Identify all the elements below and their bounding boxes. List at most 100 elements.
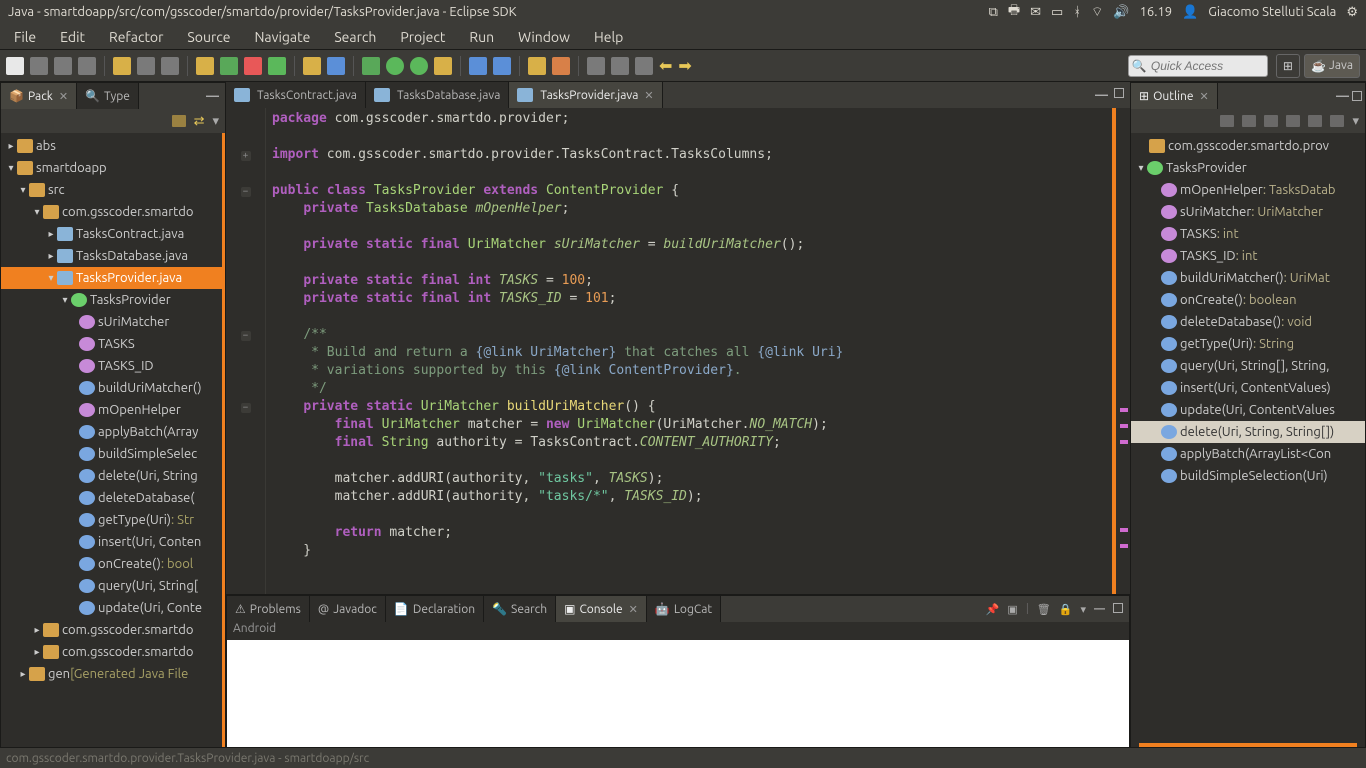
- package-tree[interactable]: ▸abs ▾smartdoapp ▾src ▾com.gsscoder.smar…: [1, 133, 225, 747]
- tab-type-hierarchy[interactable]: 🔍 Type: [77, 83, 139, 109]
- overview-mark[interactable]: [1120, 544, 1128, 548]
- tree-method[interactable]: onCreate(): bool: [1, 553, 222, 575]
- bluetooth-icon[interactable]: ᚼ: [1073, 5, 1081, 19]
- android-sdk-button[interactable]: [196, 57, 214, 75]
- close-icon[interactable]: ✕: [1199, 90, 1208, 103]
- new-project-button[interactable]: [303, 57, 321, 75]
- close-icon[interactable]: ✕: [59, 90, 68, 103]
- pin-console-icon[interactable]: 📌: [986, 603, 1000, 616]
- outline-method[interactable]: query(Uri, String[], String,: [1131, 355, 1365, 377]
- hide-fields-icon[interactable]: [1242, 115, 1256, 127]
- outline-field[interactable]: TASKS : int: [1131, 223, 1365, 245]
- editor-gutter[interactable]: + − − −: [226, 108, 266, 594]
- lint-button[interactable]: [244, 57, 262, 75]
- scroll-lock-icon[interactable]: 🔒: [1059, 603, 1073, 616]
- minimize-icon[interactable]: —: [206, 89, 219, 103]
- outline-field[interactable]: sUriMatcher : UriMatcher: [1131, 201, 1365, 223]
- menu-refactor[interactable]: Refactor: [99, 27, 173, 47]
- close-icon[interactable]: ✕: [644, 89, 653, 102]
- view-menu-icon[interactable]: ▾: [1352, 114, 1359, 129]
- run-last-button[interactable]: [410, 57, 428, 75]
- editor-area[interactable]: + − − − package com.gsscoder.smartdo.pro…: [226, 108, 1130, 594]
- check-button[interactable]: [268, 57, 286, 75]
- gear-icon[interactable]: ⚙: [1346, 5, 1358, 20]
- new-xml-button[interactable]: [327, 57, 345, 75]
- fold-icon[interactable]: +: [241, 151, 251, 161]
- menu-edit[interactable]: Edit: [50, 27, 95, 47]
- tree-method[interactable]: getType(Uri): Str: [1, 509, 222, 531]
- tree-src-folder[interactable]: ▾src: [1, 179, 222, 201]
- collapse-all-icon[interactable]: [172, 115, 186, 127]
- editor-tab-provider[interactable]: TasksProvider.java ✕: [509, 82, 662, 108]
- overview-mark[interactable]: [1120, 424, 1128, 428]
- link-editor-icon[interactable]: ⇄: [194, 114, 205, 129]
- minimize-icon[interactable]: —: [1336, 89, 1349, 103]
- maximize-icon[interactable]: [1113, 603, 1123, 613]
- volume-icon[interactable]: 🔊: [1113, 5, 1129, 20]
- menu-run[interactable]: Run: [459, 27, 504, 47]
- annotation-button[interactable]: [587, 57, 605, 75]
- tab-console[interactable]: ▣ Console ✕: [556, 596, 647, 622]
- hide-local-icon[interactable]: [1308, 115, 1322, 127]
- overview-mark[interactable]: [1120, 408, 1128, 412]
- tab-declaration[interactable]: 📄 Declaration: [386, 596, 484, 622]
- outline-class[interactable]: ▾TasksProvider: [1131, 157, 1365, 179]
- debug-button[interactable]: [362, 57, 380, 75]
- outline-package[interactable]: com.gsscoder.smartdo.prov: [1131, 135, 1365, 157]
- new-button[interactable]: [6, 57, 24, 75]
- hide-static-icon[interactable]: [1264, 115, 1278, 127]
- save-all-button[interactable]: [54, 57, 72, 75]
- last-edit-button[interactable]: [635, 57, 653, 75]
- outline-method-selected[interactable]: delete(Uri, String, String[]): [1131, 421, 1365, 443]
- battery-icon[interactable]: ▭: [1051, 5, 1063, 20]
- hide-nonpublic-icon[interactable]: [1286, 115, 1300, 127]
- tab-outline[interactable]: ⊞ Outline ✕: [1131, 83, 1218, 109]
- tree-method[interactable]: insert(Uri, Conten: [1, 531, 222, 553]
- open-console-icon[interactable]: ▾: [1080, 603, 1086, 616]
- wifi-icon[interactable]: ⌔: [1091, 4, 1103, 20]
- tree-method[interactable]: update(Uri, Conte: [1, 597, 222, 619]
- outline-tree[interactable]: com.gsscoder.smartdo.prov ▾TasksProvider…: [1131, 133, 1365, 741]
- open-perspective-button[interactable]: ⊞: [1276, 54, 1300, 78]
- console-output[interactable]: [227, 640, 1129, 747]
- run-button[interactable]: [386, 57, 404, 75]
- new-package-button[interactable]: [493, 57, 511, 75]
- external-tools-button[interactable]: [434, 57, 452, 75]
- maximize-icon[interactable]: [1352, 91, 1362, 101]
- java-perspective[interactable]: ☕Java: [1304, 54, 1360, 78]
- tree-method[interactable]: buildSimpleSelec: [1, 443, 222, 465]
- tree-file-contract[interactable]: ▸TasksContract.java: [1, 223, 222, 245]
- tree-field[interactable]: sUriMatcher: [1, 311, 222, 333]
- tree-file-provider[interactable]: ▾TasksProvider.java: [1, 267, 222, 289]
- menu-navigate[interactable]: Navigate: [244, 27, 320, 47]
- tab-javadoc[interactable]: @ Javadoc: [310, 596, 386, 622]
- tree-field[interactable]: TASKS: [1, 333, 222, 355]
- clear-console-icon[interactable]: 🗑: [1037, 603, 1051, 616]
- tree-method[interactable]: delete(Uri, String: [1, 465, 222, 487]
- outline-method[interactable]: insert(Uri, ContentValues): [1131, 377, 1365, 399]
- menu-source[interactable]: Source: [177, 27, 240, 47]
- quick-access-input[interactable]: [1128, 55, 1268, 77]
- tab-search[interactable]: 🔦 Search: [484, 596, 556, 622]
- search-button[interactable]: [552, 57, 570, 75]
- outline-method[interactable]: applyBatch(ArrayList<Con: [1131, 443, 1365, 465]
- toggle-button[interactable]: [137, 57, 155, 75]
- outline-method[interactable]: deleteDatabase() : void: [1131, 311, 1365, 333]
- tree-field[interactable]: TASKS_ID: [1, 355, 222, 377]
- menu-file[interactable]: File: [4, 27, 46, 47]
- outline-method[interactable]: update(Uri, ContentValues: [1131, 399, 1365, 421]
- menu-window[interactable]: Window: [508, 27, 580, 47]
- tree-method[interactable]: applyBatch(Array: [1, 421, 222, 443]
- annotation2-button[interactable]: [611, 57, 629, 75]
- close-icon[interactable]: ✕: [629, 603, 638, 616]
- save-button[interactable]: [30, 57, 48, 75]
- outline-field[interactable]: TASKS_ID : int: [1131, 245, 1365, 267]
- minimize-icon[interactable]: —: [1094, 603, 1105, 616]
- overview-mark[interactable]: [1120, 440, 1128, 444]
- minimize-icon[interactable]: —: [1095, 88, 1108, 102]
- menu-search[interactable]: Search: [324, 27, 386, 47]
- new-class-button[interactable]: [469, 57, 487, 75]
- printer-icon[interactable]: 🖶: [1008, 1, 1020, 23]
- outline-method[interactable]: buildSimpleSelection(Uri): [1131, 465, 1365, 487]
- user-name[interactable]: Giacomo Stelluti Scala: [1208, 5, 1336, 19]
